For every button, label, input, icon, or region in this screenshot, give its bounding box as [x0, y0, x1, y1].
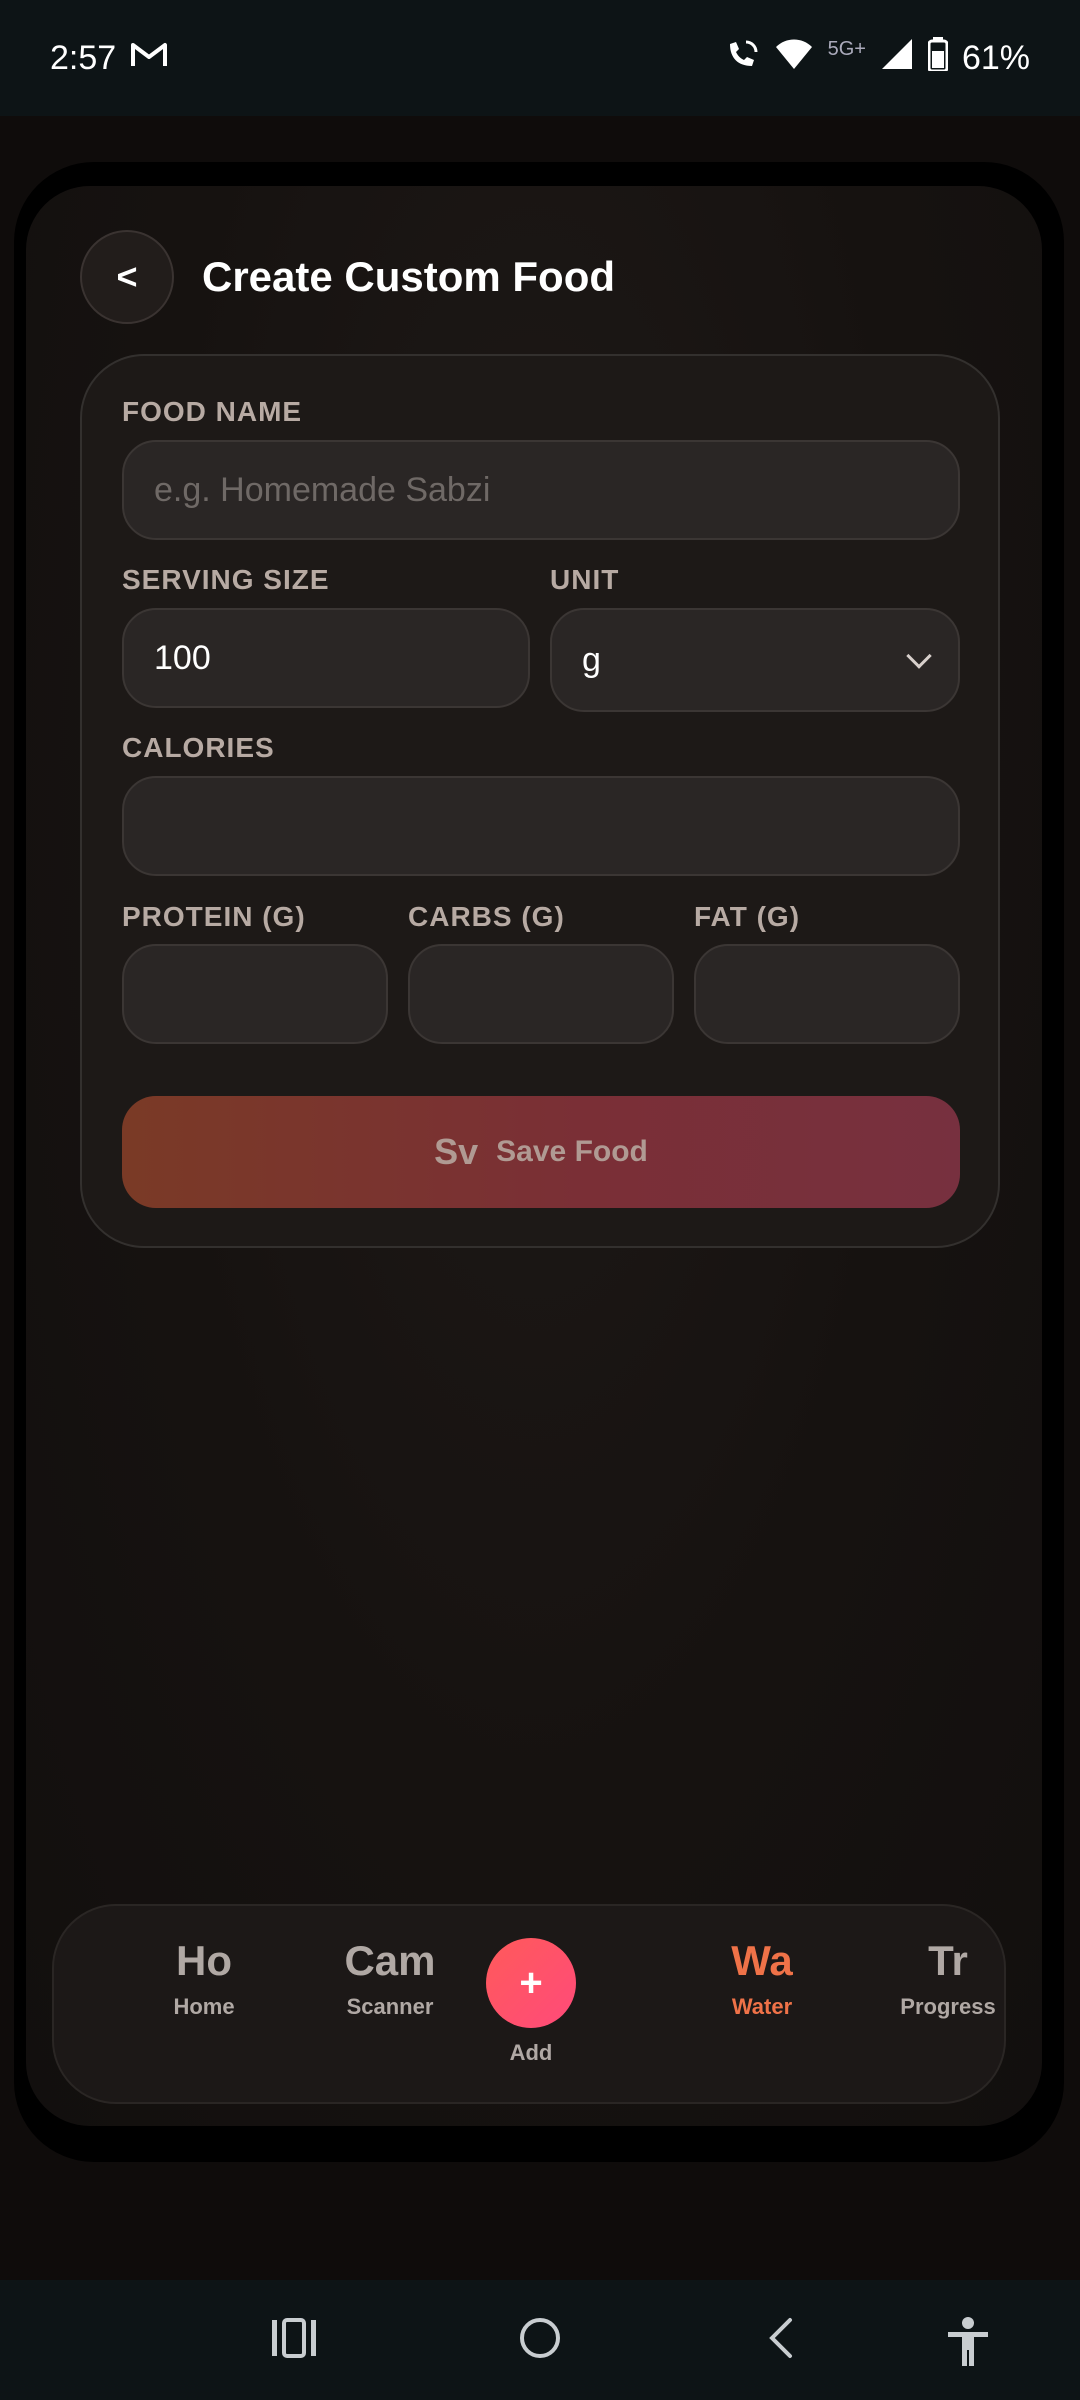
accessibility-icon[interactable]	[944, 2316, 992, 2380]
serving-size-label: SERVING SIZE	[122, 564, 330, 595]
calories-label: CALORIES	[122, 732, 275, 763]
protein-input[interactable]	[122, 944, 388, 1044]
custom-food-form: FOOD NAME e.g. Homemade Sabzi SERVING SI…	[80, 354, 1000, 1248]
carbs-input[interactable]	[408, 944, 674, 1044]
nav-item-home[interactable]: Ho Home	[124, 1940, 284, 2020]
save-food-label: Save Food	[496, 1135, 648, 1168]
gmail-icon	[130, 39, 168, 78]
calories-input[interactable]	[122, 776, 960, 876]
save-icon: Sv	[434, 1131, 479, 1172]
nav-item-scanner[interactable]: Cam Scanner	[310, 1940, 470, 2020]
back-icon: <	[116, 256, 138, 297]
home-icon: Ho	[176, 1937, 232, 1984]
serving-size-input[interactable]: 100	[122, 608, 530, 708]
fat-label: FAT (G)	[694, 901, 801, 932]
carbs-label: CARBS (G)	[408, 901, 565, 932]
back-chevron-icon[interactable]	[764, 2316, 800, 2372]
unit-value: g	[582, 640, 601, 679]
nav-label-progress: Progress	[900, 1994, 996, 2019]
nav-label-scanner: Scanner	[346, 1994, 434, 2019]
battery-icon	[927, 36, 949, 80]
water-icon: Wa	[731, 1937, 793, 1984]
wifi-icon	[774, 37, 814, 80]
back-button[interactable]: <	[80, 230, 174, 324]
nav-item-progress[interactable]: Tr Progress	[868, 1940, 1028, 2020]
home-circle-icon[interactable]	[518, 2316, 562, 2372]
protein-label: PROTEIN (G)	[122, 901, 306, 932]
plus-icon: +	[519, 1960, 543, 2005]
app-screen: < Create Custom Food FOOD NAME e.g. Home…	[26, 186, 1042, 2126]
header: < Create Custom Food	[80, 230, 615, 324]
progress-icon: Tr	[928, 1937, 968, 1984]
nav-item-water[interactable]: Wa Water	[682, 1940, 842, 2020]
nav-item-add[interactable]: + Add	[472, 1938, 590, 2066]
network-label: 5G+	[827, 37, 866, 60]
recent-apps-icon[interactable]	[270, 2316, 318, 2372]
bottom-nav: Ho Home Cam Scanner + Add Wa Water Tr Pr…	[52, 1904, 1006, 2104]
food-name-label: FOOD NAME	[122, 396, 303, 427]
battery-percent: 61%	[961, 38, 1030, 77]
status-bar: 2:57 5G+ 61%	[0, 0, 1080, 116]
fat-input[interactable]	[694, 944, 960, 1044]
signal-icon	[880, 37, 914, 80]
system-nav-bar	[0, 2280, 1080, 2400]
page-title: Create Custom Food	[202, 253, 616, 300]
food-name-input[interactable]: e.g. Homemade Sabzi	[122, 440, 960, 540]
serving-size-value: 100	[154, 638, 211, 677]
wifi-call-icon	[724, 36, 760, 81]
unit-label: UNIT	[550, 564, 620, 595]
unit-select[interactable]: g	[550, 608, 960, 712]
app-stage: < Create Custom Food FOOD NAME e.g. Home…	[0, 116, 1080, 2280]
nav-label-home: Home	[173, 1994, 235, 2019]
food-name-placeholder: e.g. Homemade Sabzi	[154, 470, 491, 509]
nav-label-water: Water	[731, 1994, 793, 2019]
nav-label-add: Add	[509, 2040, 553, 2065]
chevron-down-icon	[906, 643, 932, 669]
camera-icon: Cam	[344, 1937, 436, 1984]
add-button[interactable]: +	[486, 1938, 576, 2028]
clock: 2:57	[50, 38, 117, 77]
save-food-button[interactable]: Sv Save Food	[122, 1096, 960, 1208]
